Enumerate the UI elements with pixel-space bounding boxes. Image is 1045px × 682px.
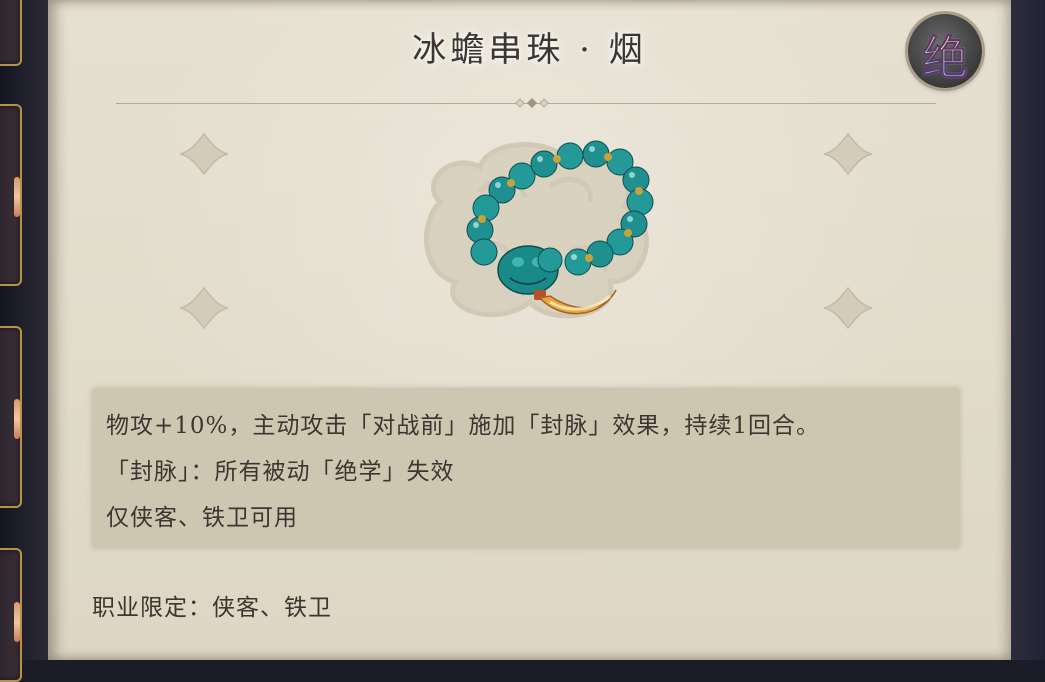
- side-slot-frame[interactable]: [0, 326, 22, 508]
- side-panel-strip: [0, 0, 48, 682]
- right-border-strip: [1011, 0, 1045, 660]
- item-title: 冰蟾串珠 · 烟: [412, 30, 647, 70]
- divider-ornament-icon: [515, 98, 549, 108]
- side-slot-frame[interactable]: [0, 104, 22, 286]
- description-box: 物攻+10%，主动攻击「对战前」施加「封脉」效果，持续1回合。 「封脉」：所有被…: [92, 388, 960, 548]
- corner-ornament-icon: [823, 286, 873, 330]
- side-slot-frame[interactable]: [0, 0, 22, 66]
- jade-bead-bracelet-icon: [424, 140, 654, 319]
- item-detail-panel: 冰蟾串珠 · 烟 绝 物攻+10%，主动攻击「对战前」施加「封脉」效果，持续1回…: [48, 0, 1011, 660]
- corner-ornament-icon: [179, 286, 229, 330]
- rarity-label: 绝: [908, 22, 982, 88]
- corner-ornament-icon: [823, 132, 873, 176]
- description-line: 物攻+10%，主动攻击「对战前」施加「封脉」效果，持续1回合。: [106, 413, 821, 439]
- side-slot-frame[interactable]: [0, 548, 22, 682]
- corner-ornament-icon: [179, 132, 229, 176]
- rarity-badge: 绝: [908, 14, 982, 88]
- description-line: 「封脉」：所有被动「绝学」失效: [106, 459, 455, 485]
- description-line: 仅侠客、铁卫可用: [106, 505, 298, 531]
- class-restriction: 职业限定：侠客、铁卫: [92, 595, 332, 621]
